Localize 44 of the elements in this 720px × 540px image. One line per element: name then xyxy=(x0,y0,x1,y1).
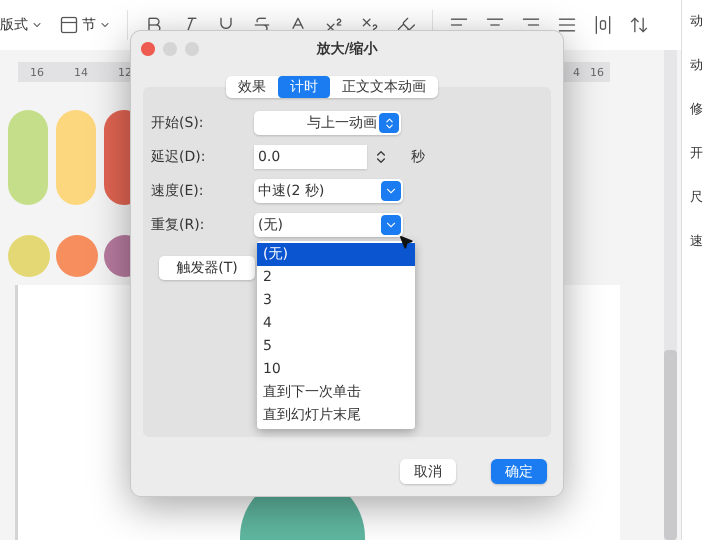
ok-button[interactable]: 确定 xyxy=(491,459,547,484)
scrollbar[interactable] xyxy=(664,50,677,540)
field-label: 开始(S): xyxy=(151,114,205,132)
dropdown-option[interactable]: 2 xyxy=(257,266,415,289)
dropdown-option[interactable]: 4 xyxy=(257,312,415,335)
line-spacing-icon[interactable] xyxy=(629,15,649,35)
field-label: 延迟(D): xyxy=(151,148,206,166)
ruler-number: 16 xyxy=(590,66,604,78)
panel-label: 速 xyxy=(690,233,704,250)
dropdown-option[interactable]: 直到幻灯片末尾 xyxy=(257,404,415,427)
panel-label: 修 xyxy=(690,101,704,118)
dialog-title: 放大/缩小 xyxy=(315,40,379,58)
trigger-button[interactable]: 触发器(T) xyxy=(159,256,255,280)
dropdown-option[interactable]: 3 xyxy=(257,289,415,312)
pointer-icon xyxy=(398,234,414,250)
dropdown-option[interactable]: (无) xyxy=(257,243,415,266)
start-popup[interactable]: 与上一动画 xyxy=(254,111,401,135)
tab[interactable]: 效果 xyxy=(226,76,278,98)
tab[interactable]: 正文文本动画 xyxy=(330,76,438,98)
ruler-number: 4 xyxy=(573,66,580,78)
cancel-button[interactable]: 取消 xyxy=(400,459,456,484)
tab[interactable]: 计时 xyxy=(278,76,330,98)
panel-label: 开 xyxy=(690,145,704,162)
field-label: 速度(E): xyxy=(151,182,204,200)
close-icon[interactable] xyxy=(141,42,155,56)
unit-label: 秒 xyxy=(411,148,425,166)
distribute-icon[interactable] xyxy=(593,15,613,35)
ruler-number: 14 xyxy=(74,66,88,78)
color-swatch xyxy=(8,235,50,277)
input-field[interactable]: 0.0 xyxy=(254,145,367,169)
dropdown-option[interactable]: 5 xyxy=(257,335,415,358)
panel-label: 动 xyxy=(690,57,704,74)
ruler-number: 16 xyxy=(30,66,44,78)
color-swatch xyxy=(56,235,98,277)
select-field[interactable]: 中速(2 秒) xyxy=(254,179,403,203)
dropdown-option[interactable]: 直到下一次单击 xyxy=(257,381,415,404)
panel-label: 尺 xyxy=(690,189,704,206)
section-icon xyxy=(59,15,79,35)
section-menu[interactable]: 节 xyxy=(59,15,111,35)
field-label: 重复(R): xyxy=(151,216,206,234)
panel-label: 动 xyxy=(690,13,704,30)
layout-menu[interactable]: 版式 xyxy=(0,16,43,34)
select-field[interactable]: (无) xyxy=(254,213,403,237)
dropdown-option[interactable]: 10 xyxy=(257,358,415,381)
